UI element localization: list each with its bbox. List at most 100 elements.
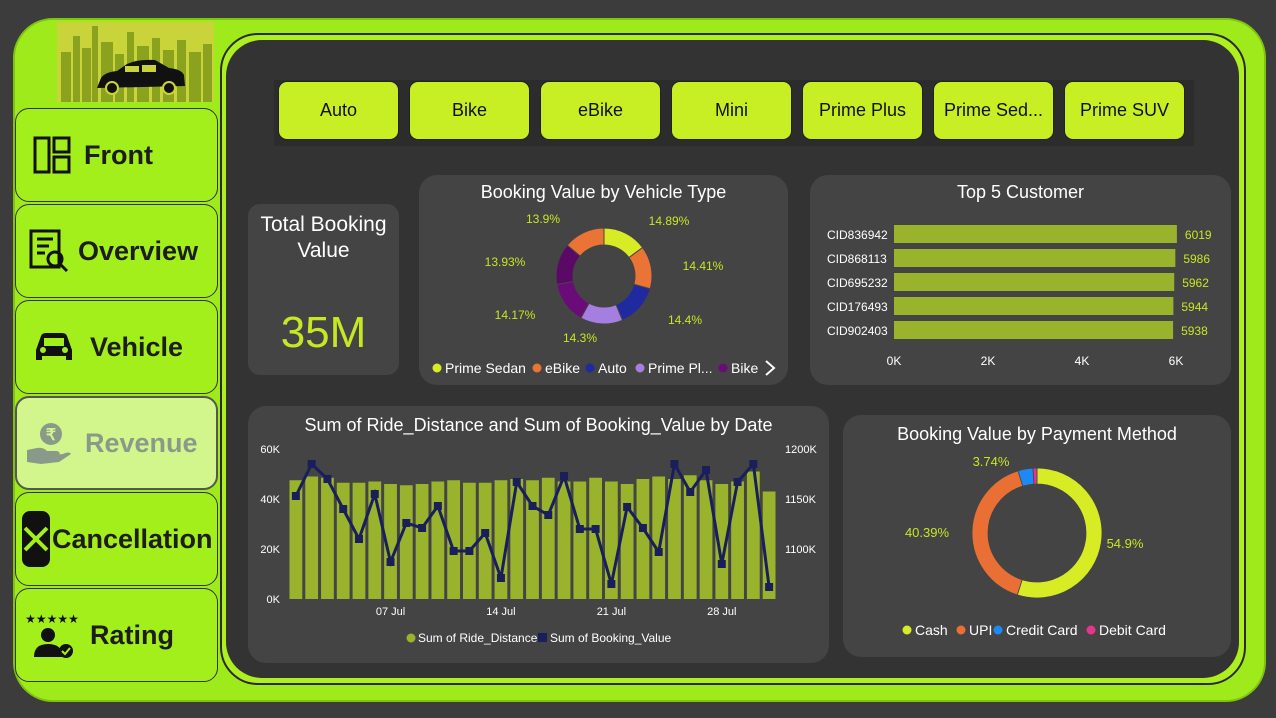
cancel-x-icon (20, 510, 52, 568)
bar (620, 484, 634, 599)
bar (463, 482, 476, 599)
legend-label: Auto (598, 360, 627, 376)
legend-label: Sum of Booking_Value (550, 631, 672, 645)
slicer-chip-auto[interactable]: Auto (278, 81, 399, 140)
bar (478, 482, 492, 599)
nav-item-overview[interactable]: Overview (15, 204, 218, 298)
y-tick-left: 60K (260, 444, 280, 456)
data-label: 5986 (1183, 252, 1210, 266)
bar (573, 481, 587, 599)
line-point (386, 558, 395, 566)
payment-donut-card: Booking Value by Payment Method 54.9% 40.… (843, 415, 1231, 657)
donut-slice-0 (1016, 467, 1103, 599)
nav-item-front[interactable]: Front (15, 108, 218, 202)
legend-marker (635, 363, 645, 373)
line-point (702, 466, 711, 474)
data-label: 14.41% (683, 259, 724, 273)
bar (321, 477, 334, 599)
x-tick-label: 28 Jul (707, 606, 736, 618)
data-label: 13.9% (526, 212, 560, 226)
line-point (654, 548, 663, 556)
nav-item-cancellation[interactable]: Cancellation (15, 492, 218, 586)
line-point (339, 505, 348, 513)
bar (894, 225, 1177, 243)
donut-slice-4 (556, 280, 590, 319)
vehicle-donut-card: Booking Value by Vehicle Type 14.89% 14.4… (419, 175, 788, 385)
line-point (686, 488, 695, 496)
bar (636, 479, 650, 599)
data-label: 5938 (1181, 324, 1208, 338)
nav-label: Vehicle (90, 331, 184, 362)
line-point (496, 574, 505, 582)
slicer-chip-ebike[interactable]: eBike (540, 81, 661, 140)
x-tick-label: 14 Jul (486, 606, 515, 618)
legend-label: Cash (915, 622, 948, 638)
line-point (607, 580, 616, 588)
top-customer-card: Top 5 Customer CID836942 6019 CID868113 598… (810, 175, 1231, 385)
nav-item-revenue[interactable]: ₹ Revenue (15, 396, 218, 490)
line-point (575, 525, 584, 533)
x-tick-label: 2K (981, 354, 996, 368)
data-label: 14.4% (668, 313, 702, 327)
data-label: 5962 (1182, 276, 1209, 290)
data-label: 14.17% (495, 308, 536, 322)
legend-marker (1086, 625, 1096, 635)
line-point (512, 478, 521, 486)
nav-label: Overview (78, 235, 199, 266)
nav-item-rating[interactable]: ★★★★★ Rating (15, 588, 218, 682)
bar (431, 481, 445, 599)
line-point (623, 503, 632, 511)
slicer-chip-bike[interactable]: Bike (409, 81, 530, 140)
category-label: CID868113 (827, 252, 887, 266)
line-point (291, 492, 300, 500)
svg-text:★★★★★: ★★★★★ (25, 612, 79, 626)
legend-marker (956, 625, 966, 635)
line-point (528, 502, 537, 510)
kpi-title: Total Booking Value (260, 213, 387, 262)
legend-label: UPI (969, 622, 992, 638)
line-point (449, 547, 458, 555)
legend-marker (902, 625, 912, 635)
document-search-icon (24, 229, 74, 273)
data-label: 54.9% (1107, 536, 1144, 551)
vehicle-donut-chart: 14.89% 14.41% 14.4% 14.3% 14.17% 13.93% 13.9% P… (432, 212, 776, 376)
line-point (749, 460, 758, 468)
bar (894, 249, 1176, 267)
slicer-chip-mini[interactable]: Mini (671, 81, 792, 140)
svg-text:₹: ₹ (46, 427, 56, 444)
data-label: 40.39% (905, 525, 950, 540)
nav-label: Rating (90, 619, 174, 650)
kpi-card: Total Booking Value 35M (248, 204, 399, 375)
y-tick-right: 1150K (785, 494, 817, 506)
category-label: CID902403 (827, 324, 888, 338)
line-point (560, 472, 569, 480)
x-tick-label: 6K (1169, 354, 1184, 368)
slicer-chip-prime-plus[interactable]: Prime Plus (802, 81, 923, 140)
car-icon (26, 330, 82, 364)
category-label: CID836942 (827, 228, 888, 242)
bar (305, 476, 319, 599)
data-label: 14.89% (649, 214, 690, 228)
logo (57, 22, 214, 102)
legend-marker (585, 363, 595, 373)
x-tick-label: 07 Jul (376, 606, 405, 618)
nav-item-vehicle[interactable]: Vehicle (15, 300, 218, 394)
line-point (354, 535, 363, 543)
bar (894, 321, 1174, 339)
legend-label: eBike (545, 360, 580, 376)
donut-slice-3 (1032, 467, 1038, 485)
bar (510, 479, 524, 599)
legend-marker (718, 363, 728, 373)
slicer-chip-prime-sedan[interactable]: Prime Sed... (933, 81, 1054, 140)
bar (894, 273, 1175, 291)
data-label: 13.93% (485, 255, 526, 269)
y-tick-left: 20K (260, 544, 280, 556)
x-tick-label: 21 Jul (597, 606, 626, 618)
slicer-chip-prime-suv[interactable]: Prime SUV (1064, 81, 1185, 140)
y-tick-right: 1200K (785, 444, 817, 456)
bar (557, 481, 571, 599)
bar (399, 485, 413, 599)
legend-label: Bike (731, 360, 758, 376)
nav-label: Cancellation (52, 523, 213, 554)
legend-label: Prime Sedan (445, 360, 526, 376)
